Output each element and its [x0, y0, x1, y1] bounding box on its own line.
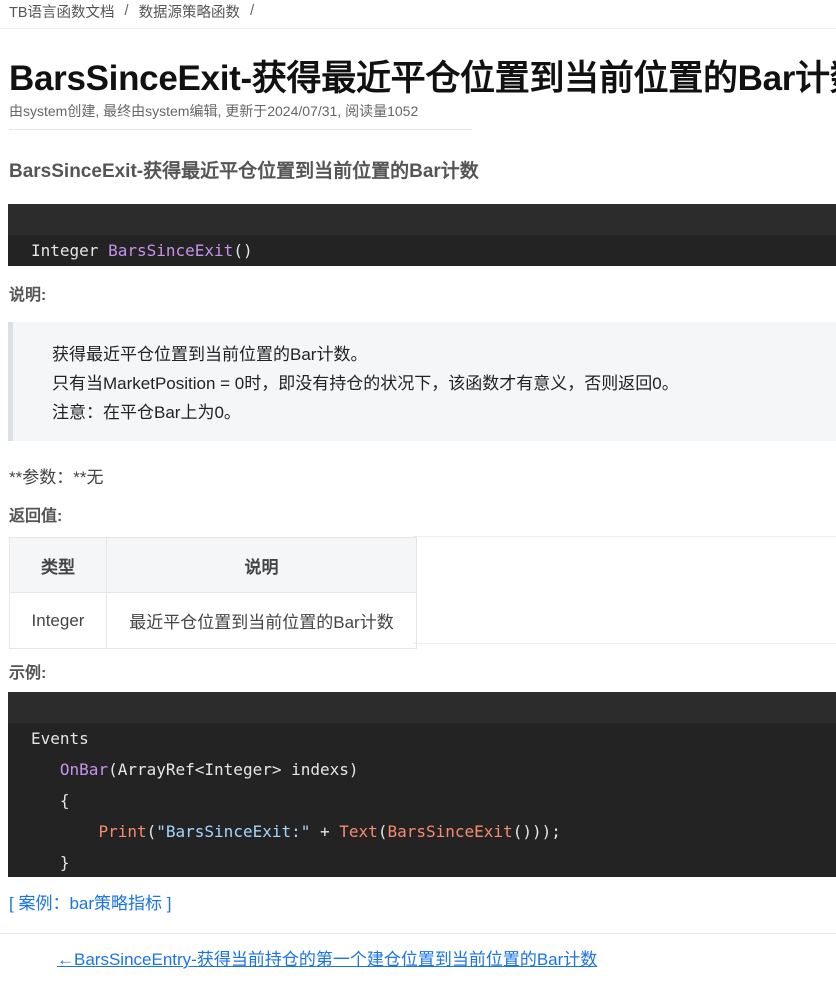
- table-row: Integer 最近平仓位置到当前位置的Bar计数: [9, 592, 417, 649]
- description-label: 说明:: [9, 287, 47, 304]
- params-text: **参数：**无: [9, 468, 104, 487]
- code-block-header: [8, 204, 836, 235]
- function-name: BarsSinceExit: [108, 241, 234, 260]
- description-line: 只有当MarketPosition = 0时，即没有持仓的状况下，该函数才有意义…: [52, 374, 679, 393]
- example-code: Events OnBar(ArrayRef<Integer> indexs) {…: [8, 723, 836, 877]
- signature-code: Integer BarsSinceExit(): [8, 235, 836, 266]
- page-meta: 由system创建, 最终由system编辑, 更新于2024/07/31, 阅…: [9, 103, 419, 119]
- code-open-brace: {: [59, 791, 70, 810]
- code-string: "BarsSinceExit:": [156, 822, 311, 841]
- breadcrumb-separator: /: [124, 3, 129, 19]
- table-header-desc: 说明: [106, 537, 417, 593]
- code-close-brace: }: [59, 853, 70, 872]
- code-print: Print: [98, 822, 147, 841]
- function-parens: (): [233, 241, 253, 260]
- breadcrumb-item-datasource[interactable]: 数据源策略函数: [139, 1, 241, 22]
- code-text-fn: Text: [339, 822, 378, 841]
- return-label: 返回值:: [9, 508, 63, 525]
- description-line: 获得最近平仓位置到当前位置的Bar计数。: [52, 345, 368, 364]
- breadcrumb: TB语言函数文档 / 数据源策略函数 /: [9, 0, 264, 22]
- code-paren: (: [146, 822, 157, 841]
- code-onbar: OnBar: [59, 760, 109, 779]
- code-plus: +: [310, 822, 340, 841]
- prev-page-link[interactable]: ←BarsSinceEntry-获得当前持仓的第一个建仓位置到当前位置的Bar计…: [57, 945, 597, 970]
- table-header-type: 类型: [9, 537, 107, 593]
- code-paren: (: [377, 822, 388, 841]
- description-blockquote: 获得最近平仓位置到当前位置的Bar计数。 只有当MarketPosition =…: [8, 322, 836, 441]
- breadcrumb-item-tb-docs[interactable]: TB语言函数文档: [9, 1, 115, 22]
- example-code-block: Events OnBar(ArrayRef<Integer> indexs) {…: [8, 692, 836, 877]
- table-guide-line: [413, 536, 836, 537]
- signature-code-block: Integer BarsSinceExit(): [8, 204, 836, 266]
- example-label: 示例:: [9, 665, 47, 682]
- case-link[interactable]: [ 案例：bar策略指标 ]: [9, 889, 171, 914]
- breadcrumb-divider: [0, 28, 836, 29]
- page-title: BarsSinceExit-获得最近平仓位置到当前位置的Bar计数: [9, 59, 836, 98]
- description-line: 注意：在平仓Bar上为0。: [52, 403, 241, 422]
- section-heading: BarsSinceExit-获得最近平仓位置到当前位置的Bar计数: [9, 161, 479, 182]
- code-line-events: Events: [31, 729, 89, 748]
- code-onbar-args: (ArrayRef<Integer> indexs): [108, 760, 359, 779]
- table-guide-line: [413, 643, 836, 644]
- table-cell-desc: 最近平仓位置到当前位置的Bar计数: [106, 592, 417, 649]
- meta-divider: [9, 129, 472, 130]
- table-header-row: 类型 说明: [9, 537, 417, 593]
- code-block-header: [8, 692, 836, 723]
- table-cell-type: Integer: [9, 592, 107, 649]
- breadcrumb-separator: /: [250, 3, 255, 19]
- footer-divider: [0, 933, 836, 934]
- code-inner-fn: BarsSinceExit: [387, 822, 513, 841]
- return-type: Integer: [31, 241, 99, 260]
- code-tail: ()));: [512, 822, 561, 841]
- return-table: 类型 说明 Integer 最近平仓位置到当前位置的Bar计数: [9, 537, 417, 649]
